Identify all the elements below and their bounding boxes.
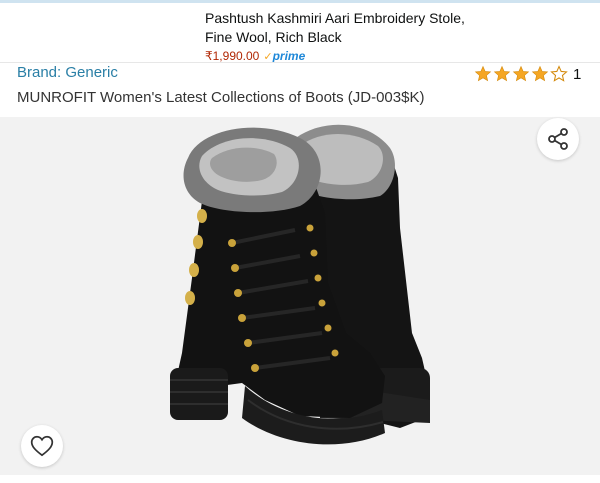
rating-count[interactable]: 1 xyxy=(573,66,581,83)
prime-label: prime xyxy=(272,49,306,63)
ad-title-line-2[interactable]: Fine Wool, Rich Black xyxy=(205,28,565,47)
wishlist-button[interactable] xyxy=(21,425,63,467)
ad-price: ₹1,990.00 xyxy=(205,49,260,63)
star-icon xyxy=(474,65,492,82)
share-icon xyxy=(548,128,568,150)
star-icon xyxy=(531,65,549,82)
rating-stars[interactable]: 1 xyxy=(474,64,581,84)
divider xyxy=(0,62,600,63)
sponsored-ad-banner[interactable]: Pashtush Kashmiri Aari Embroidery Stole,… xyxy=(0,3,600,65)
star-icon xyxy=(493,65,511,82)
ad-text[interactable]: Pashtush Kashmiri Aari Embroidery Stole,… xyxy=(205,9,565,64)
product-image[interactable] xyxy=(150,118,450,473)
prime-badge: ✓ prime xyxy=(263,49,305,63)
star-icon xyxy=(512,65,530,82)
share-button[interactable] xyxy=(537,118,579,160)
heart-icon xyxy=(30,435,54,457)
product-title: MUNROFIT Women's Latest Collections of B… xyxy=(17,89,425,106)
brand-link[interactable]: Brand: Generic xyxy=(17,64,118,81)
prime-check-icon: ✓ xyxy=(263,50,273,63)
ad-title-line-1[interactable]: Pashtush Kashmiri Aari Embroidery Stole, xyxy=(205,9,565,28)
empty-star-icon xyxy=(550,65,568,82)
